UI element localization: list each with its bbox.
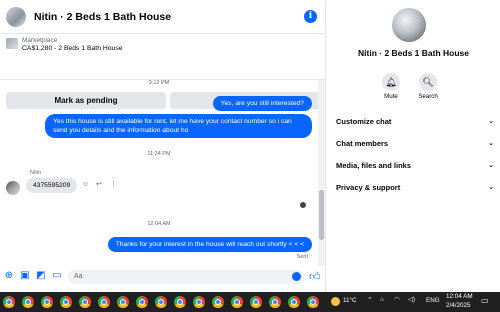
- chrome-icon[interactable]: [22, 296, 34, 308]
- chat-pane: Nitin · 2 Beds 1 Bath House i Marketplac…: [0, 0, 325, 292]
- marketplace-banner: Marketplace CA$1,280 - 2 Beds 1 Bath Hou…: [0, 34, 325, 109]
- image-icon[interactable]: ▣: [20, 271, 30, 281]
- weather-icon[interactable]: [331, 297, 340, 306]
- message-input[interactable]: Aa: [68, 270, 304, 284]
- chrome-icon[interactable]: [136, 296, 148, 308]
- chrome-icon[interactable]: [193, 296, 205, 308]
- section-label: Customize chat: [336, 116, 392, 126]
- section-media-files[interactable]: Media, files and links ⌄: [336, 158, 494, 172]
- chrome-icon[interactable]: [41, 296, 53, 308]
- chrome-icon[interactable]: [155, 296, 167, 308]
- gif-icon[interactable]: ▭: [52, 271, 62, 281]
- search-label: Search: [418, 93, 438, 100]
- marketplace-label: Marketplace: [22, 37, 58, 44]
- timestamp: 9:12 PM: [148, 80, 170, 86]
- react-icon[interactable]: ☺: [82, 181, 89, 188]
- section-label: Media, files and links: [336, 160, 412, 170]
- section-label: Privacy & support: [336, 182, 401, 192]
- chrome-icon[interactable]: [79, 296, 91, 308]
- mute-label: Mute: [384, 93, 398, 100]
- timestamp: 12:04 AM: [147, 221, 171, 227]
- chat-title[interactable]: Nitin · 2 Beds 1 Bath House: [34, 11, 171, 23]
- chat-avatar[interactable]: [6, 6, 26, 27]
- timestamp: 11:34 PM: [147, 151, 171, 157]
- chevron-down-icon: ⌄: [488, 184, 494, 191]
- scroll-thumb[interactable]: [319, 190, 324, 240]
- section-privacy-support[interactable]: Privacy & support ⌄: [336, 180, 494, 194]
- section-chat-members[interactable]: Chat members ⌄: [336, 136, 494, 150]
- sticker-icon[interactable]: ◩: [36, 271, 46, 281]
- details-title: Nitin · 2 Beds 1 Bath House: [358, 48, 469, 58]
- message-list[interactable]: 9:12 PM Yes, are you still interested? Y…: [0, 80, 318, 266]
- chevron-down-icon: ⌄: [488, 162, 494, 169]
- chrome-icon[interactable]: [174, 296, 186, 308]
- sender-name: Nitin: [30, 170, 42, 176]
- sent-status: Sent: [296, 254, 308, 260]
- more-icon[interactable]: ⋮: [110, 180, 117, 188]
- outgoing-message[interactable]: Thanks for your interest in the house wi…: [107, 237, 312, 252]
- chevron-down-icon: ⌄: [488, 140, 494, 147]
- emoji-icon[interactable]: [292, 272, 301, 281]
- messenger-window: Nitin · 2 Beds 1 Bath House i Marketplac…: [0, 0, 500, 292]
- search-icon: 🔍︎: [422, 77, 434, 87]
- chrome-icon[interactable]: [231, 296, 243, 308]
- section-customize-chat[interactable]: Customize chat ⌄: [336, 114, 494, 128]
- info-icon[interactable]: i: [304, 10, 317, 23]
- chrome-icon[interactable]: [212, 296, 224, 308]
- sender-avatar[interactable]: [6, 181, 20, 195]
- volume-icon[interactable]: ◁): [408, 296, 415, 303]
- clock-date[interactable]: 2/4/2025: [446, 302, 471, 309]
- outgoing-message[interactable]: Yes, are you still interested?: [212, 96, 312, 111]
- listing-title[interactable]: CA$1,280 - 2 Beds 1 Bath House: [22, 45, 123, 52]
- chrome-icon[interactable]: [3, 296, 15, 308]
- section-label: Chat members: [336, 138, 389, 148]
- bell-icon: 🔔︎: [385, 77, 397, 87]
- chrome-icon[interactable]: [117, 296, 129, 308]
- chrome-icon[interactable]: [307, 296, 319, 308]
- wifi-icon[interactable]: ◠: [394, 296, 400, 303]
- clock-time[interactable]: 12:04 AM: [446, 293, 473, 300]
- listing-thumbnail[interactable]: [6, 38, 18, 49]
- chrome-icon[interactable]: [250, 296, 262, 308]
- chrome-icon[interactable]: [98, 296, 110, 308]
- chevron-down-icon: ⌄: [488, 118, 494, 125]
- conversation-details: Nitin · 2 Beds 1 Bath House 🔔︎ Mute 🔍︎ S…: [325, 0, 500, 292]
- chrome-icon[interactable]: [269, 296, 281, 308]
- chrome-icon[interactable]: [288, 296, 300, 308]
- mute-button[interactable]: 🔔︎: [382, 73, 400, 91]
- outgoing-message[interactable]: Yes this house is still available for re…: [45, 114, 312, 138]
- network-icon[interactable]: ⌂: [380, 296, 384, 303]
- add-icon[interactable]: ⊕: [4, 271, 14, 281]
- notification-icon[interactable]: ▭: [481, 296, 489, 305]
- chat-header: Nitin · 2 Beds 1 Bath House i: [0, 0, 325, 34]
- profile-picture[interactable]: [392, 8, 426, 42]
- message-scrollbar[interactable]: [318, 80, 325, 266]
- incoming-message[interactable]: 4375595209: [26, 178, 78, 193]
- seen-avatar: [300, 202, 306, 208]
- reply-icon[interactable]: ↩: [96, 180, 102, 188]
- taskbar: [0, 292, 500, 312]
- search-button[interactable]: 🔍︎: [419, 73, 437, 91]
- temperature[interactable]: 11°C: [343, 297, 357, 304]
- chrome-icon[interactable]: [60, 296, 72, 308]
- like-icon[interactable]: 👍︎: [309, 270, 321, 283]
- chevron-up-icon[interactable]: ⌃: [367, 296, 373, 304]
- language-indicator[interactable]: ENG: [426, 297, 440, 304]
